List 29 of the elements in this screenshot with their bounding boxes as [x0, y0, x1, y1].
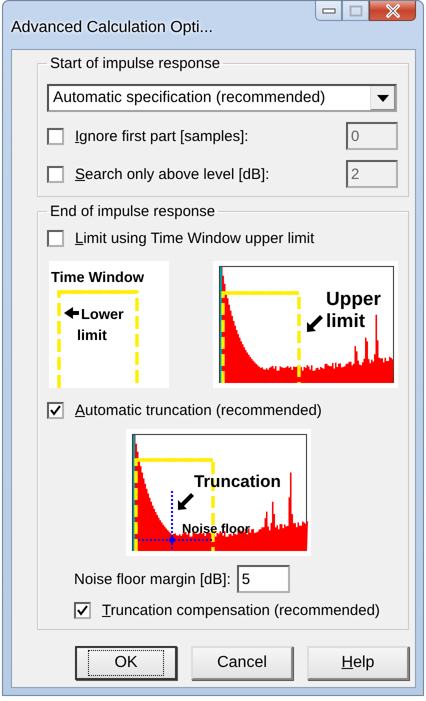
- checkbox[interactable]: [74, 602, 91, 619]
- dialog-button[interactable]: OK: [75, 646, 177, 680]
- dialog-button[interactable]: Cancel: [191, 646, 293, 680]
- illustration-label: Truncation: [194, 472, 281, 491]
- input-field[interactable]: 5: [236, 565, 290, 593]
- arrow-icon: [64, 307, 79, 319]
- illustration-label: Noise floor: [182, 521, 250, 536]
- checkbox[interactable]: [47, 402, 64, 419]
- arrow-icon: [307, 315, 323, 332]
- close-button[interactable]: [369, 1, 416, 21]
- window-title: Advanced Calculation Opti...: [11, 19, 213, 37]
- close-icon: [384, 4, 400, 18]
- arrow-icon: [178, 493, 194, 510]
- checkbox-label[interactable]: Limit using Time Window upper limit: [75, 230, 314, 247]
- group-title: End of impulse response: [49, 203, 216, 220]
- field-label: Noise floor margin [dB]:: [74, 570, 231, 588]
- dialog-button[interactable]: Help: [307, 646, 409, 680]
- dropdown[interactable]: Automatic specification (recommended): [47, 84, 397, 112]
- illustration-label: Lower limit: [77, 307, 124, 344]
- maximize-icon: [348, 4, 362, 16]
- illustration-label: Upper limit: [326, 289, 381, 332]
- checkbox-label[interactable]: Truncation compensation (recommended): [102, 602, 380, 619]
- dropdown-arrow-icon: [377, 94, 389, 102]
- minimize-icon: [322, 8, 336, 14]
- illustration-title: Time Window: [51, 270, 144, 286]
- group-title: Start of impulse response: [49, 55, 222, 72]
- checkbox[interactable]: [47, 230, 64, 247]
- minimize-button[interactable]: [315, 1, 342, 21]
- checkbox-label[interactable]: Automatic truncation (recommended): [75, 402, 322, 419]
